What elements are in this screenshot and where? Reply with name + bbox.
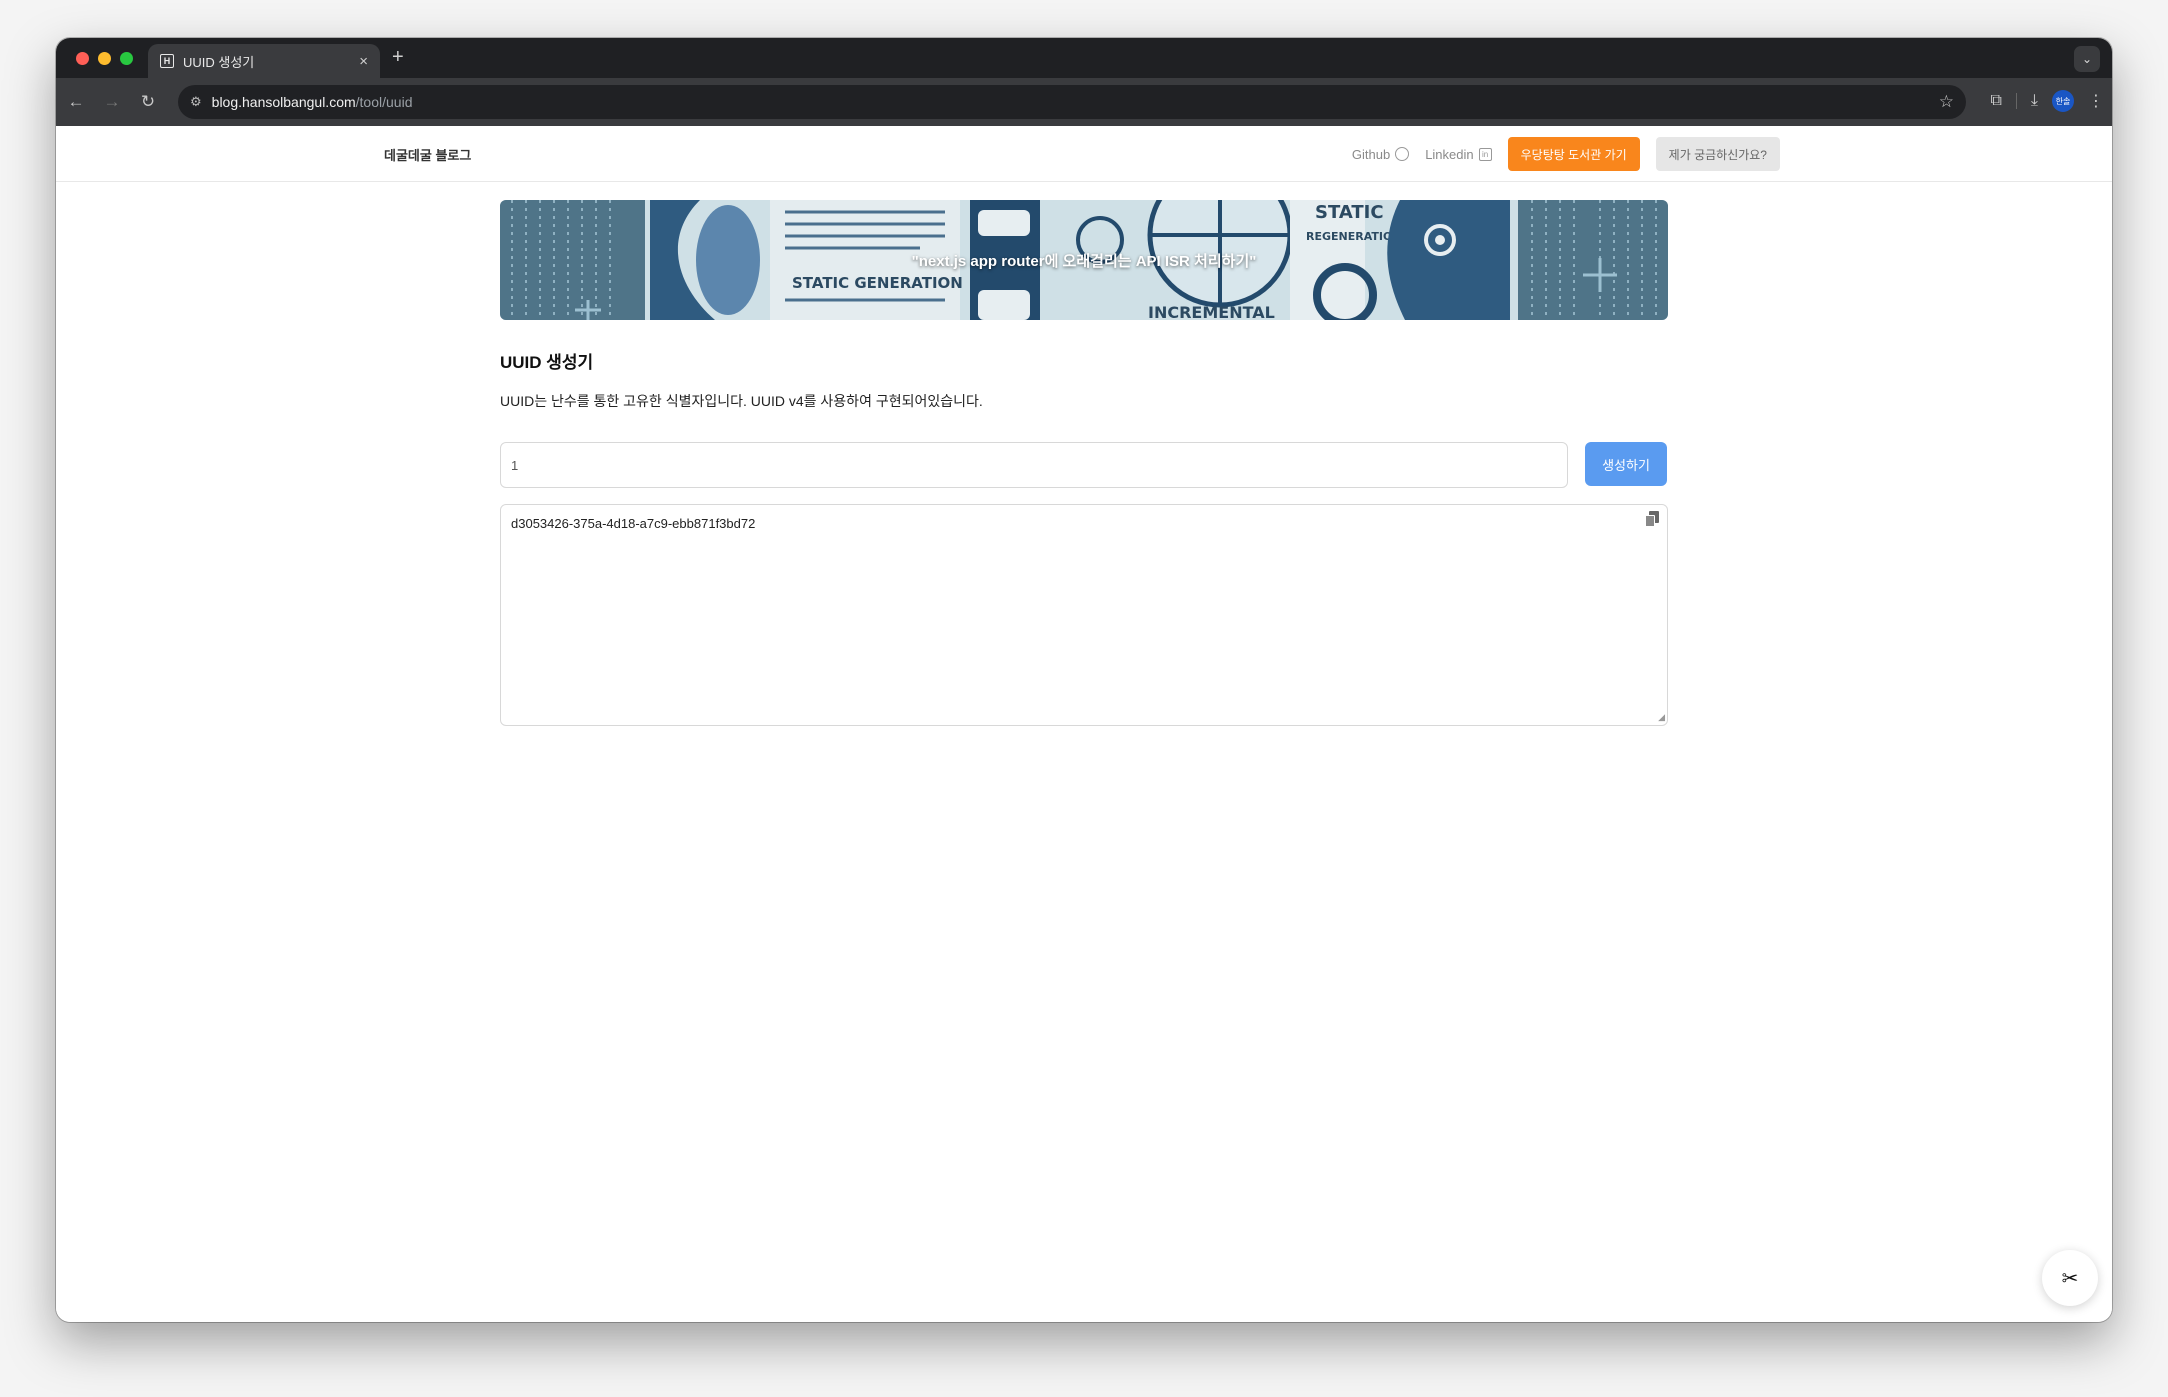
- tab-bar: H UUID 생성기 × + ⌄: [56, 38, 2112, 78]
- uuid-count-input[interactable]: [500, 442, 1568, 488]
- toolbar-actions: ⧉ ⤓ 한솔 ⋮: [1990, 90, 2104, 112]
- banner-caption: "next.js app router에 오래걸리는 API ISR 처리하기": [911, 252, 1257, 270]
- minimize-window-button[interactable]: [98, 52, 111, 65]
- maximize-window-button[interactable]: [120, 52, 133, 65]
- url-host: blog.hansolbangul.com: [211, 94, 356, 110]
- header-nav: Github Linkedin in 우당탕탕 도서관 가기 제가 궁금하신가요…: [1352, 137, 1780, 171]
- url-path: /tool/uuid: [355, 94, 413, 110]
- page-title: UUID 생성기: [500, 353, 594, 372]
- linkedin-link[interactable]: Linkedin in: [1425, 146, 1492, 162]
- address-bar[interactable]: ⚙ blog.hansolbangul.com/tool/uuid ☆: [178, 85, 1966, 119]
- active-tab[interactable]: H UUID 생성기 ×: [148, 44, 380, 78]
- site-favicon-icon: H: [160, 54, 174, 68]
- github-link[interactable]: Github: [1351, 146, 1410, 162]
- tool-description: UUID는 난수를 통한 고유한 식별자입니다. UUID v4를 사용하여 구…: [500, 393, 983, 409]
- browser-window: H UUID 생성기 × + ⌄ ← → ↻ ⚙ blog.hansolbang…: [56, 38, 2112, 1322]
- screen: H UUID 생성기 × + ⌄ ← → ↻ ⚙ blog.hansolbang…: [0, 0, 2168, 1397]
- tools-icon[interactable]: ✂: [2042, 1250, 2098, 1306]
- tab-title: UUID 생성기: [183, 54, 255, 70]
- uuid-result-text: d3053426-375a-4d18-a7c9-ebb871f3bd72: [511, 516, 756, 531]
- uuid-result-textarea[interactable]: d3053426-375a-4d18-a7c9-ebb871f3bd72 ◢: [500, 504, 1668, 726]
- back-icon[interactable]: ←: [58, 92, 94, 112]
- web-page: 데굴데굴 블로그 Github Linkedin in 우당탕탕 도서관 가기 …: [56, 126, 2112, 1322]
- linkedin-label: Linkedin: [1425, 146, 1474, 162]
- window-controls: [76, 52, 133, 65]
- browser-toolbar: ← → ↻ ⚙ blog.hansolbangul.com/tool/uuid …: [56, 78, 2112, 126]
- resize-handle[interactable]: ◢: [1658, 712, 1665, 723]
- download-icon[interactable]: ⤓: [2031, 92, 2038, 110]
- profile-avatar[interactable]: 한솔: [2052, 90, 2074, 112]
- forward-icon[interactable]: →: [94, 92, 130, 112]
- github-icon: [1395, 147, 1410, 161]
- close-window-button[interactable]: [76, 52, 89, 65]
- tab-close-icon[interactable]: ×: [359, 53, 368, 70]
- new-tab-button[interactable]: +: [392, 46, 404, 69]
- site-brand-link[interactable]: 데굴데굴 블로그: [384, 145, 471, 164]
- github-label: Github: [1351, 146, 1391, 162]
- library-button[interactable]: 우당탕탕 도서관 가기: [1507, 137, 1640, 171]
- generate-button[interactable]: 생성하기: [1585, 442, 1667, 486]
- site-header: 데굴데굴 블로그 Github Linkedin in 우당탕탕 도서관 가기 …: [56, 126, 2112, 182]
- extensions-icon[interactable]: ⧉: [1990, 92, 2001, 110]
- toolbar-divider: [2015, 93, 2017, 109]
- linkedin-icon: in: [1478, 147, 1492, 161]
- site-info-icon[interactable]: ⚙: [190, 94, 202, 110]
- reload-icon[interactable]: ↻: [130, 92, 166, 112]
- menu-icon[interactable]: ⋮: [2088, 91, 2104, 111]
- post-banner[interactable]: STATIC GENERATION INCREMENTAL STATIC REG…: [500, 200, 1668, 320]
- about-me-button[interactable]: 제가 궁금하신가요?: [1655, 137, 1780, 171]
- copy-icon[interactable]: [1645, 511, 1659, 527]
- tab-search-button[interactable]: ⌄: [2074, 46, 2100, 72]
- star-icon[interactable]: ☆: [1939, 92, 1954, 112]
